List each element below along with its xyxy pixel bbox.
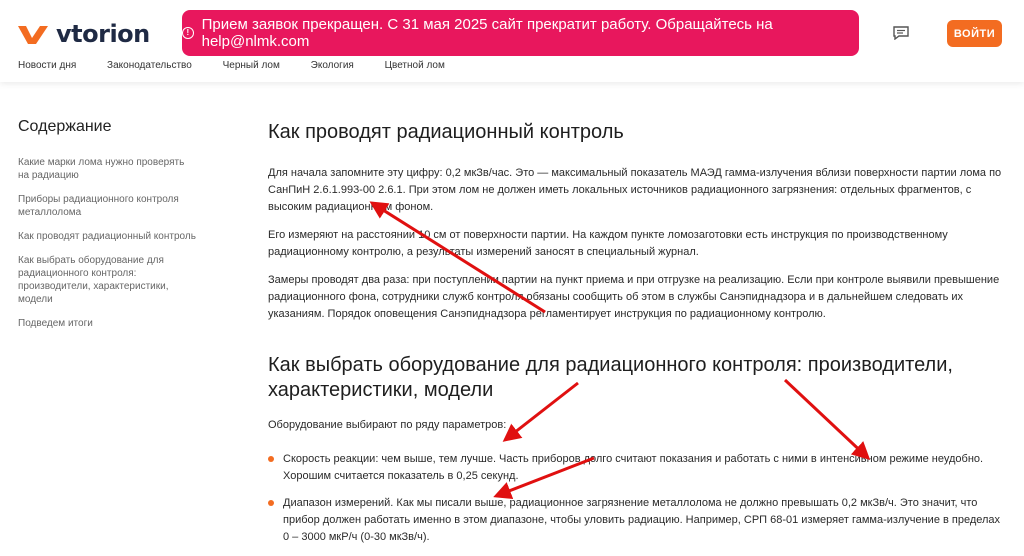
chat-icon[interactable] <box>893 26 909 40</box>
paragraph: Для начала запомните эту цифру: 0,2 мкЗв… <box>268 167 1002 213</box>
nav-item[interactable]: Новости дня <box>18 60 76 71</box>
logo-mark-icon <box>18 26 48 44</box>
nav-item[interactable]: Цветной лом <box>385 60 445 71</box>
toc-item[interactable]: Как выбрать оборудование для радиационно… <box>18 254 198 306</box>
login-button[interactable]: ВОЙТИ <box>947 20 1002 47</box>
vtorion-logo[interactable]: vtorion <box>18 20 150 48</box>
nav-item[interactable]: Черный лом <box>223 60 280 71</box>
logo-text: vtorion <box>56 20 150 48</box>
article-body: Как проводят радиационный контроль Для н… <box>268 120 1003 556</box>
site-header: vtorion Новости дня Законодательство Чер… <box>0 0 1024 82</box>
bullet-item: Скорость реакции: чем выше, тем лучше. Ч… <box>268 451 1003 485</box>
paragraph: Замеры проводят два раза: при поступлени… <box>268 274 1000 320</box>
nav-item[interactable]: Законодательство <box>107 60 192 71</box>
toc-title: Содержание <box>18 118 112 135</box>
banner-text: Прием заявок прекращен. С 31 мая 2025 са… <box>201 16 773 50</box>
info-icon: ! <box>182 27 194 39</box>
closure-banner: ! Прием заявок прекращен. С 31 мая 2025 … <box>182 10 859 56</box>
paragraph: Оборудование выбирают по ряду параметров… <box>268 419 507 431</box>
toc-item[interactable]: Приборы радиационного контроля металлоло… <box>18 193 198 219</box>
top-nav: Новости дня Законодательство Черный лом … <box>18 60 473 72</box>
section-heading: Как проводят радиационный контроль <box>268 121 624 143</box>
toc-item[interactable]: Подведем итоги <box>18 317 198 330</box>
section-heading: Как выбрать оборудование для радиационно… <box>268 354 953 401</box>
nav-item[interactable]: Экология <box>311 60 354 71</box>
bullet-item: Диапазон измерений. Как мы писали выше, … <box>268 495 1003 546</box>
table-of-contents: Содержание Какие марки лома нужно провер… <box>18 118 198 341</box>
toc-item[interactable]: Как проводят радиационный контроль <box>18 230 198 243</box>
toc-item[interactable]: Какие марки лома нужно проверять на ради… <box>18 156 198 182</box>
paragraph: Его измеряют на расстоянии 10 см от пове… <box>268 229 948 258</box>
